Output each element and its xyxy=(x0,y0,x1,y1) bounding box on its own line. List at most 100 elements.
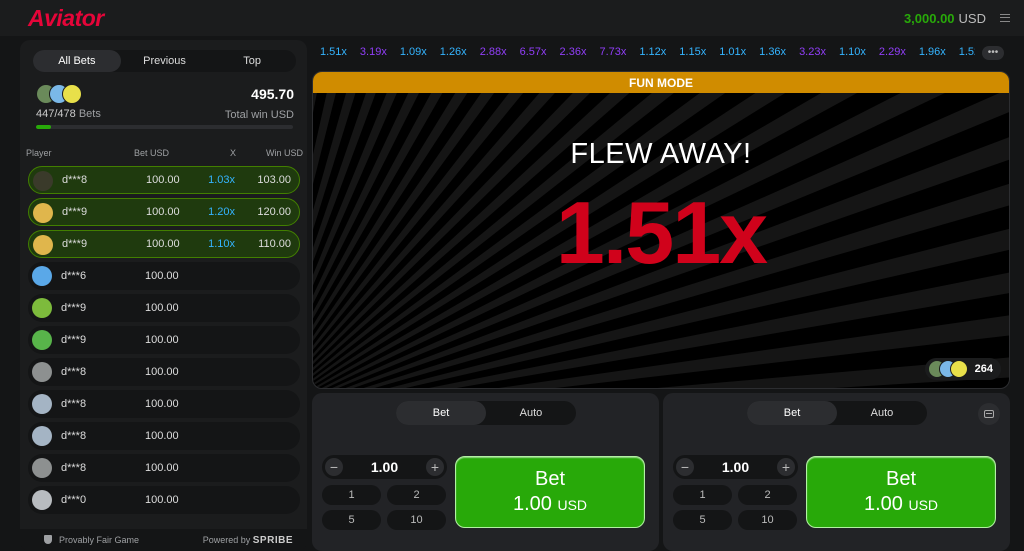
tab-bet[interactable]: Bet xyxy=(747,401,837,425)
cashout-multiplier: 1.20x xyxy=(208,206,235,218)
bet-amount: 100.00 xyxy=(145,462,179,474)
online-count: 264 xyxy=(974,363,993,375)
table-row: d***8 100.00 1.03x 103.00 xyxy=(28,166,300,194)
quick-amount-5[interactable]: 5 xyxy=(322,510,381,530)
minus-square-icon xyxy=(984,410,994,418)
history-multiplier[interactable]: 1.01x xyxy=(719,46,746,58)
bet-button-amount-line: 1.00 USD xyxy=(864,493,938,516)
online-players[interactable]: 264 xyxy=(924,358,1001,380)
bet-amount-input[interactable]: 1.00 xyxy=(371,459,398,475)
top-bar: Aviator 3,000.00 USD xyxy=(0,0,1024,36)
avatar xyxy=(32,458,52,478)
provably-fair-label: Provably Fair Game xyxy=(59,535,140,545)
history-multiplier[interactable]: 2.88x xyxy=(480,46,507,58)
bet-amount: 100.00 xyxy=(145,270,179,282)
bet-button[interactable]: Bet 1.00 USD xyxy=(455,456,645,528)
history-multiplier[interactable]: 1.09x xyxy=(400,46,427,58)
avatar xyxy=(62,84,82,104)
bet-amount: 100.00 xyxy=(145,366,179,378)
bets-progress-fill xyxy=(36,125,52,129)
avatar xyxy=(32,426,52,446)
col-player: Player xyxy=(26,148,52,158)
quick-amount-5[interactable]: 5 xyxy=(673,510,732,530)
bet-button-label: Bet xyxy=(534,468,566,490)
bets-count-label: Bets xyxy=(78,108,101,120)
aviator-logo[interactable]: Aviator xyxy=(28,5,104,32)
bet-amount: 100.00 xyxy=(145,302,179,314)
bet-button-amount-line: 1.00 USD xyxy=(513,493,587,516)
balance: 3,000.00 USD xyxy=(904,11,1010,26)
minus-button[interactable]: − xyxy=(676,458,694,476)
bets-summary: 447/478 Bets 495.70 Total win USD xyxy=(30,80,296,178)
table-row: d***6 100.00 xyxy=(28,262,300,290)
history-multiplier[interactable]: 3.19x xyxy=(360,46,387,58)
player-name: d***8 xyxy=(61,430,87,442)
tab-auto[interactable]: Auto xyxy=(486,401,576,425)
quick-amount-10[interactable]: 10 xyxy=(738,510,797,530)
bets-panel: All Bets Previous Top 447/478 Bets 495.7… xyxy=(20,40,307,551)
table-row: d***9 100.00 1.20x 120.00 xyxy=(28,198,300,226)
flew-away-label: FLEW AWAY! xyxy=(570,138,752,170)
col-win: Win USD xyxy=(265,148,303,158)
bet-amount-stepper: − 1.00 + xyxy=(673,455,798,479)
bet-amount: 100.00 xyxy=(145,398,179,410)
balance-currency: USD xyxy=(958,10,986,26)
avatar xyxy=(33,171,53,191)
tab-auto[interactable]: Auto xyxy=(837,401,927,425)
player-name: d***9 xyxy=(61,302,87,314)
quick-amount-10[interactable]: 10 xyxy=(387,510,446,530)
history-multiplier[interactable]: 1.96x xyxy=(919,46,946,58)
history-multiplier[interactable]: 7.73x xyxy=(599,46,626,58)
quick-amount-2[interactable]: 2 xyxy=(738,485,797,505)
history-multiplier[interactable]: 1.51x xyxy=(320,46,347,58)
avatar xyxy=(32,490,52,510)
minus-button[interactable]: − xyxy=(325,458,343,476)
history-more-button[interactable]: ••• xyxy=(982,46,1004,60)
bet-button-currency: USD xyxy=(908,497,939,513)
avatar xyxy=(32,266,52,286)
table-row: d***9 100.00 xyxy=(28,294,300,322)
player-name: d***8 xyxy=(62,174,88,186)
bet-amount-input[interactable]: 1.00 xyxy=(722,459,749,475)
tab-bet[interactable]: Bet xyxy=(396,401,486,425)
table-row: d***8 100.00 xyxy=(28,390,300,418)
table-row: d***0 100.00 xyxy=(28,486,300,514)
bet-amount-stepper: − 1.00 + xyxy=(322,455,447,479)
tab-all-bets[interactable]: All Bets xyxy=(33,50,121,72)
history-multiplier[interactable]: 1.36x xyxy=(759,46,786,58)
history-multiplier[interactable]: 6.57x xyxy=(520,46,547,58)
bet-mode-tabs: Bet Auto xyxy=(747,401,927,425)
tab-top[interactable]: Top xyxy=(208,50,296,72)
history-multiplier[interactable]: 1.10x xyxy=(839,46,866,58)
quick-amount-1[interactable]: 1 xyxy=(322,485,381,505)
avatar xyxy=(32,330,52,350)
provably-fair[interactable]: Provably Fair Game xyxy=(44,535,139,545)
bet-button-amount: 1.00 xyxy=(863,493,903,515)
quick-amount-1[interactable]: 1 xyxy=(673,485,732,505)
quick-amount-2[interactable]: 2 xyxy=(387,485,446,505)
bet-panel-1: Bet Auto − 1.00 + 1 2 5 10 Bet 1.00 USD xyxy=(312,393,659,551)
history-multiplier[interactable]: 2.36x xyxy=(560,46,587,58)
bets-tabs: All Bets Previous Top xyxy=(33,50,296,72)
history-multiplier[interactable]: 1.15x xyxy=(679,46,706,58)
player-name: d***8 xyxy=(61,366,87,378)
history-multiplier[interactable]: 2.29x xyxy=(879,46,906,58)
crash-multiplier: 1.51x xyxy=(555,183,768,282)
plus-button[interactable]: + xyxy=(777,458,795,476)
history-multiplier[interactable]: 1.12x xyxy=(639,46,666,58)
history-multiplier[interactable]: 3.23x xyxy=(799,46,826,58)
col-bet: Bet USD xyxy=(134,148,170,158)
player-name: d***8 xyxy=(61,462,87,474)
history-multiplier[interactable]: 1.52 xyxy=(959,46,975,58)
tab-previous[interactable]: Previous xyxy=(121,50,209,72)
powered-by-label: Powered by xyxy=(202,534,251,545)
menu-icon[interactable] xyxy=(1000,14,1010,22)
plus-button[interactable]: + xyxy=(426,458,444,476)
avatar xyxy=(33,235,53,255)
table-row: d***8 100.00 xyxy=(28,358,300,386)
history-multiplier[interactable]: 1.26x xyxy=(440,46,467,58)
player-name: d***9 xyxy=(61,334,87,346)
remove-panel-button[interactable] xyxy=(978,403,1000,425)
bet-button[interactable]: Bet 1.00 USD xyxy=(806,456,996,528)
bets-count-value: 447/478 xyxy=(36,108,76,120)
